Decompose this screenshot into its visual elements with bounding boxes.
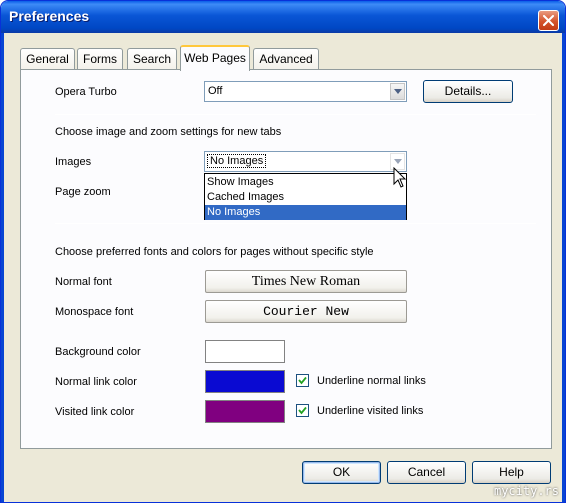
title-bar[interactable]: Preferences — [1, 1, 565, 33]
tab-advanced[interactable]: Advanced — [253, 48, 319, 70]
underline-visited-label[interactable]: Underline visited links — [317, 405, 423, 417]
checkmark-icon — [298, 376, 307, 385]
chevron-down-icon[interactable] — [390, 83, 405, 100]
images-value: No Images — [206, 154, 267, 168]
normal-link-color-swatch[interactable] — [205, 370, 285, 393]
opera-turbo-value: Off — [208, 85, 223, 97]
tab-search[interactable]: Search — [127, 48, 177, 70]
option-cached-images[interactable]: Cached Images — [205, 190, 406, 205]
normal-font-button[interactable]: Times New Roman — [205, 270, 407, 293]
opera-turbo-select[interactable]: Off — [204, 81, 407, 102]
separator-1 — [55, 114, 536, 115]
option-no-images[interactable]: No Images — [205, 205, 406, 220]
separator-2 — [55, 223, 536, 224]
watermark-text: mycity.rs — [493, 484, 559, 498]
visited-link-color-label: Visited link color — [55, 406, 135, 418]
close-button[interactable] — [538, 10, 559, 31]
window-border-left — [1, 33, 4, 502]
checkmark-icon — [298, 406, 307, 415]
normal-font-label: Normal font — [55, 276, 112, 288]
opera-turbo-label: Opera Turbo — [55, 86, 117, 98]
window-title: Preferences — [9, 8, 90, 24]
fonts-section-heading: Choose preferred fonts and colors for pa… — [55, 246, 374, 258]
window-border-right — [562, 33, 565, 502]
ok-button[interactable]: OK — [302, 461, 381, 484]
underline-normal-checkbox[interactable] — [296, 374, 309, 387]
monospace-font-label: Monospace font — [55, 306, 134, 318]
page-zoom-label: Page zoom — [55, 186, 111, 198]
images-dropdown-list: Show Images Cached Images No Images — [204, 173, 407, 220]
help-button[interactable]: Help — [472, 461, 551, 484]
tab-general[interactable]: General — [20, 48, 75, 70]
close-icon — [543, 15, 554, 26]
underline-normal-label[interactable]: Underline normal links — [317, 375, 426, 387]
normal-link-color-label: Normal link color — [55, 376, 137, 388]
background-color-swatch[interactable] — [205, 340, 285, 363]
preferences-window: Preferences General Forms Search Web Pag… — [0, 0, 566, 503]
underline-visited-checkbox[interactable] — [296, 404, 309, 417]
images-select[interactable]: No Images — [204, 151, 407, 172]
details-button[interactable]: Details... — [423, 80, 513, 103]
visited-link-color-swatch[interactable] — [205, 400, 285, 423]
monospace-font-button[interactable]: Courier New — [205, 300, 407, 323]
images-label: Images — [55, 156, 92, 168]
tab-web-pages[interactable]: Web Pages — [180, 45, 250, 71]
option-show-images[interactable]: Show Images — [205, 175, 406, 190]
images-section-heading: Choose image and zoom settings for new t… — [55, 126, 282, 138]
mouse-cursor-icon — [393, 167, 407, 188]
cancel-button[interactable]: Cancel — [387, 461, 466, 484]
background-color-label: Background color — [55, 346, 141, 358]
tab-forms[interactable]: Forms — [77, 48, 123, 70]
